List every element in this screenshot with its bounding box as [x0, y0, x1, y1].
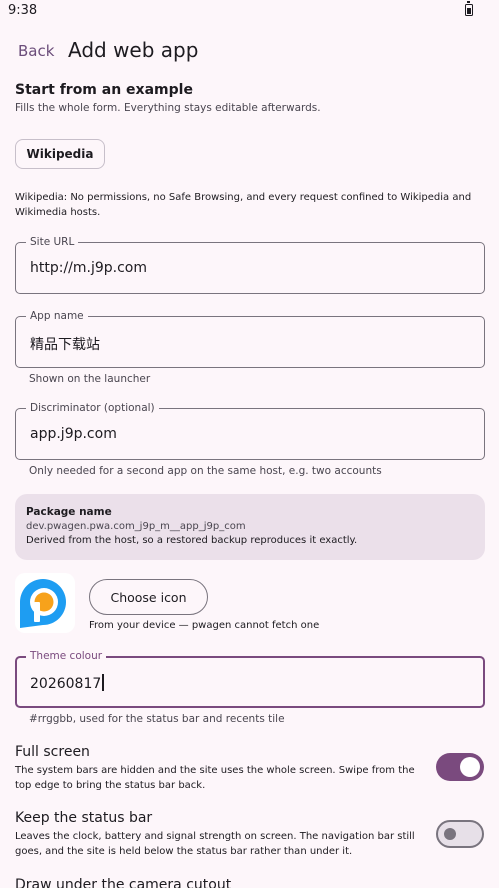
back-button[interactable]: Back: [18, 42, 54, 60]
status-bar: 9:38: [0, 0, 499, 22]
page-title: Add web app: [68, 38, 199, 62]
theme-colour-value: 20260817: [30, 674, 104, 692]
package-name-card: Package name dev.pwagen.pwa.com_j9p_m__a…: [15, 494, 485, 560]
keep-status-bar-switch[interactable]: [436, 820, 484, 848]
theme-colour-field[interactable]: Theme colour 20260817: [15, 650, 485, 708]
full-screen-switch[interactable]: [436, 753, 484, 781]
app-name-value: 精品下载站: [30, 337, 100, 353]
full-screen-title: Full screen: [15, 744, 90, 760]
example-section-heading: Start from an example: [15, 82, 193, 98]
site-url-value: http://m.j9p.com: [30, 260, 148, 276]
discriminator-field[interactable]: Discriminator (optional) app.j9p.com: [15, 402, 485, 460]
choose-icon-note: From your device — pwagen cannot fetch o…: [89, 620, 320, 631]
wikipedia-example-chip[interactable]: Wikipedia: [15, 139, 105, 169]
switch-thumb: [444, 828, 456, 840]
package-name-title: Package name: [26, 506, 112, 518]
theme-colour-helper: #rrggbb, used for the status bar and rec…: [29, 713, 285, 725]
package-name-id: dev.pwagen.pwa.com_j9p_m__app_j9p_com: [26, 521, 246, 532]
site-url-field[interactable]: Site URL http://m.j9p.com: [15, 236, 485, 294]
camera-cutout-title: Draw under the camera cutout: [15, 877, 232, 888]
full-screen-description: The system bars are hidden and the site …: [15, 765, 415, 791]
example-description: Wikipedia: No permissions, no Safe Brows…: [15, 192, 472, 218]
text-caret: [102, 674, 104, 691]
app-name-helper: Shown on the launcher: [29, 373, 151, 385]
choose-icon-button[interactable]: Choose icon: [89, 579, 208, 615]
site-url-label: Site URL: [26, 236, 79, 248]
switch-thumb: [460, 757, 480, 777]
discriminator-helper: Only needed for a second app on the same…: [29, 465, 382, 477]
status-time: 9:38: [8, 3, 38, 18]
app-name-label: App name: [26, 310, 88, 322]
battery-icon: [465, 1, 473, 16]
package-name-note: Derived from the host, so a restored bac…: [26, 535, 358, 546]
theme-colour-text: 20260817: [30, 676, 102, 692]
theme-colour-label: Theme colour: [26, 650, 107, 662]
discriminator-label: Discriminator (optional): [26, 402, 159, 414]
example-section-subtitle: Fills the whole form. Everything stays e…: [15, 102, 321, 114]
discriminator-value: app.j9p.com: [30, 426, 117, 442]
keep-status-bar-description: Leaves the clock, battery and signal str…: [15, 831, 415, 857]
keep-status-bar-title: Keep the status bar: [15, 810, 153, 826]
app-name-field[interactable]: App name 精品下载站: [15, 310, 485, 368]
p-logo-icon: [15, 573, 75, 633]
app-bar: Back Add web app: [0, 30, 499, 74]
